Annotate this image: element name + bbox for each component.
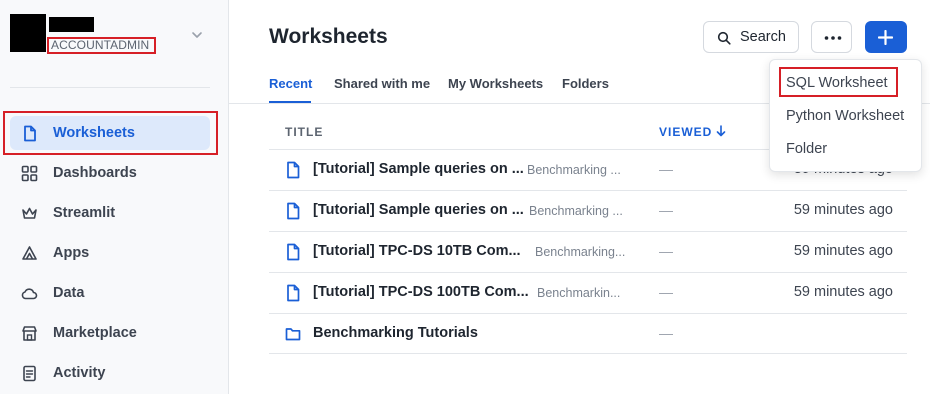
sidebar-item-label: Activity (53, 365, 106, 381)
file-icon (24, 125, 36, 142)
row-time: 59 minutes ago (793, 202, 893, 218)
file-icon (287, 284, 300, 302)
row-viewed: — (659, 325, 673, 341)
table-row[interactable]: [Tutorial] TPC-DS 10TB Com... Benchmarki… (269, 232, 907, 272)
sidebar-item-worksheets[interactable]: Worksheets (10, 116, 210, 150)
add-new-button[interactable] (865, 21, 907, 53)
apps-icon (22, 246, 37, 260)
menu-item-python-worksheet[interactable]: Python Worksheet (786, 108, 904, 124)
tab-folders[interactable]: Folders (562, 76, 609, 91)
tab-my-worksheets[interactable]: My Worksheets (448, 76, 543, 91)
menu-item-folder[interactable]: Folder (786, 141, 827, 157)
account-avatar[interactable] (10, 14, 46, 52)
sidebar-item-label: Dashboards (53, 165, 137, 181)
sidebar-item-label: Streamlit (53, 205, 116, 221)
row-viewed: — (659, 161, 673, 177)
row-folder: Benchmarkin... (537, 286, 621, 300)
tab-recent[interactable]: Recent (269, 76, 312, 91)
search-label: Search (740, 29, 786, 45)
new-item-menu: SQL Worksheet Python Worksheet Folder (769, 59, 922, 172)
sidebar-item-label: Data (53, 285, 85, 301)
plus-icon (878, 30, 893, 45)
table-divider (269, 353, 907, 354)
sidebar-divider (10, 87, 210, 88)
crown-icon (22, 207, 37, 219)
search-button[interactable]: Search (703, 21, 799, 53)
search-icon (717, 31, 731, 45)
page-title: Worksheets (269, 25, 388, 48)
sidebar-item-data[interactable]: Data (10, 276, 210, 310)
store-icon (22, 326, 37, 341)
row-title[interactable]: [Tutorial] TPC-DS 10TB Com... (313, 243, 521, 259)
menu-item-sql-worksheet[interactable]: SQL Worksheet (786, 75, 888, 91)
row-title[interactable]: [Tutorial] Sample queries on ... (313, 202, 524, 218)
column-header-title[interactable]: TITLE (285, 125, 323, 139)
arrow-down-icon[interactable] (716, 125, 726, 137)
file-icon (287, 202, 300, 220)
sidebar-item-marketplace[interactable]: Marketplace (10, 316, 210, 350)
account-name-redacted (49, 17, 94, 32)
row-folder: Benchmarking ... (527, 163, 621, 177)
sidebar-item-label: Worksheets (53, 125, 135, 141)
table-row[interactable]: Benchmarking Tutorials — (269, 314, 907, 354)
file-icon (287, 161, 300, 179)
file-icon (287, 243, 300, 261)
row-title[interactable]: Benchmarking Tutorials (313, 325, 478, 341)
sidebar-item-activity[interactable]: Activity (10, 356, 210, 390)
more-options-button[interactable] (811, 21, 852, 53)
sidebar-item-label: Apps (53, 245, 90, 261)
grid-icon (21, 165, 38, 182)
folder-icon (285, 328, 301, 341)
sidebar-item-label: Marketplace (53, 325, 137, 341)
row-time: 59 minutes ago (793, 284, 893, 300)
sidebar-item-apps[interactable]: Apps (10, 236, 210, 270)
row-folder: Benchmarking... (535, 245, 626, 259)
more-horizontal-icon (824, 36, 842, 40)
table-row[interactable]: [Tutorial] TPC-DS 100TB Com... Benchmark… (269, 273, 907, 313)
account-role[interactable]: ACCOUNTADMIN (47, 37, 156, 54)
sidebar-item-dashboards[interactable]: Dashboards (10, 156, 210, 190)
row-title[interactable]: [Tutorial] TPC-DS 100TB Com... (313, 284, 529, 300)
row-viewed: — (659, 243, 673, 259)
row-time: 59 minutes ago (793, 243, 893, 259)
column-header-viewed[interactable]: VIEWED (659, 125, 712, 139)
cloud-icon (21, 288, 38, 300)
sidebar: ACCOUNTADMIN Worksheets Dashboards Strea… (0, 0, 229, 394)
sidebar-item-streamlit[interactable]: Streamlit (10, 196, 210, 230)
row-viewed: — (659, 284, 673, 300)
row-title[interactable]: [Tutorial] Sample queries on ... (313, 161, 524, 177)
chevron-down-icon[interactable] (190, 28, 204, 42)
tab-shared-with-me[interactable]: Shared with me (334, 76, 430, 91)
activity-icon (23, 365, 36, 382)
row-folder: Benchmarking ... (529, 204, 623, 218)
table-row[interactable]: [Tutorial] Sample queries on ... Benchma… (269, 191, 907, 231)
row-viewed: — (659, 202, 673, 218)
